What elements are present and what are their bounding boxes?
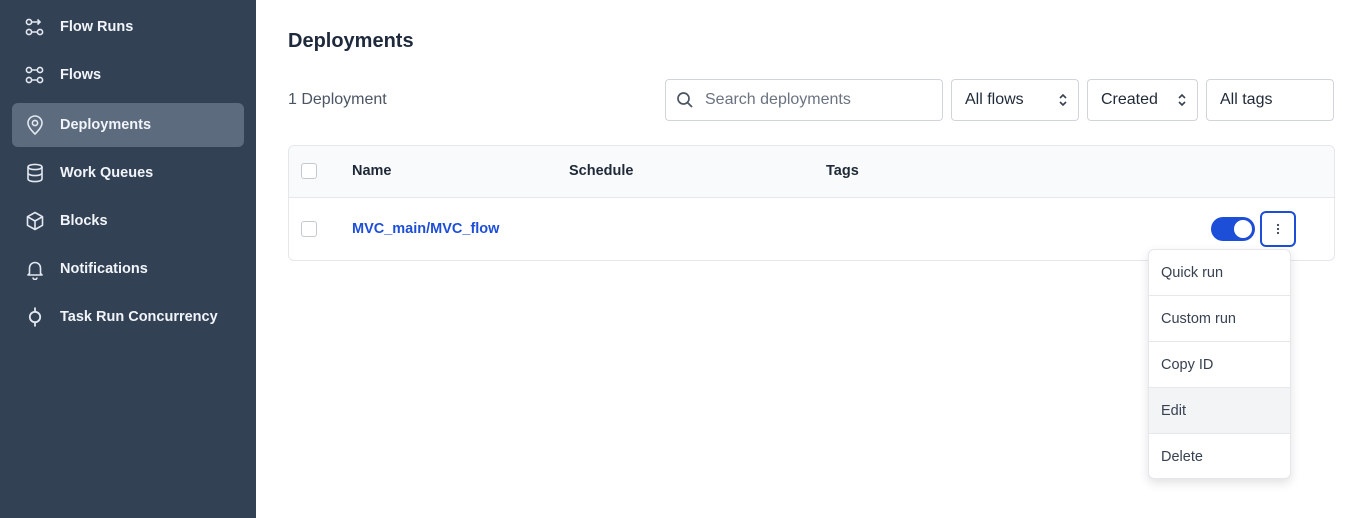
sidebar-item-label: Deployments <box>60 117 152 133</box>
sidebar-item-deployments[interactable]: Deployments <box>12 103 244 147</box>
column-header-schedule: Schedule <box>569 163 634 179</box>
sidebar-item-work-queues[interactable]: Work Queues <box>12 151 244 195</box>
tags-filter-select[interactable]: All tags <box>1206 79 1334 121</box>
row-actions-menu: Quick run Custom run Copy ID Edit Delete <box>1148 249 1291 479</box>
tags-filter-value: All tags <box>1220 91 1273 108</box>
flow-runs-icon <box>24 16 46 38</box>
more-vertical-icon <box>1276 223 1280 235</box>
sidebar: Flow Runs Flows Deployments Work Queues … <box>0 0 256 518</box>
column-header-tags: Tags <box>826 163 859 179</box>
chevron-up-down-icon <box>1059 93 1067 107</box>
map-pin-icon <box>24 114 46 136</box>
sidebar-item-label: Flow Runs <box>60 19 134 35</box>
sidebar-item-label: Work Queues <box>60 165 154 181</box>
chevron-up-down-icon <box>1178 93 1186 107</box>
sidebar-item-flow-runs[interactable]: Flow Runs <box>12 5 244 49</box>
sidebar-item-label: Blocks <box>60 213 108 229</box>
menu-item-delete[interactable]: Delete <box>1149 434 1290 478</box>
menu-item-quick-run[interactable]: Quick run <box>1149 250 1290 296</box>
toggle-knob <box>1234 220 1252 238</box>
sidebar-item-blocks[interactable]: Blocks <box>12 199 244 243</box>
deployment-active-toggle[interactable] <box>1211 217 1255 241</box>
row-checkbox[interactable] <box>301 221 317 237</box>
menu-item-edit[interactable]: Edit <box>1149 388 1290 434</box>
sidebar-item-notifications[interactable]: Notifications <box>12 247 244 291</box>
bell-icon <box>24 258 46 280</box>
database-icon <box>24 162 46 184</box>
sidebar-item-task-run-concurrency[interactable]: Task Run Concurrency <box>12 295 244 339</box>
flows-filter-select[interactable]: All flows <box>951 79 1079 121</box>
column-header-name[interactable]: Name <box>352 163 392 179</box>
table-header: Name Schedule Tags <box>289 146 1334 198</box>
select-all-checkbox[interactable] <box>301 163 317 179</box>
sort-value: Created <box>1101 91 1158 108</box>
page-title: Deployments <box>288 30 414 52</box>
search-input[interactable] <box>705 91 925 109</box>
menu-item-custom-run[interactable]: Custom run <box>1149 296 1290 342</box>
flows-icon <box>24 64 46 86</box>
sidebar-item-flows[interactable]: Flows <box>12 53 244 97</box>
search-icon <box>677 92 693 108</box>
deployment-count: 1 Deployment <box>288 91 387 108</box>
sidebar-item-label: Task Run Concurrency <box>60 309 218 325</box>
cube-icon <box>24 210 46 232</box>
concurrency-icon <box>24 306 46 328</box>
menu-item-copy-id[interactable]: Copy ID <box>1149 342 1290 388</box>
sidebar-item-label: Notifications <box>60 261 148 277</box>
sidebar-item-label: Flows <box>60 67 102 83</box>
deployments-table: Name Schedule Tags MVC_main/MVC_flow <box>288 145 1335 261</box>
flows-filter-value: All flows <box>965 91 1024 108</box>
row-actions-button[interactable] <box>1260 211 1296 247</box>
sort-select[interactable]: Created <box>1087 79 1198 121</box>
deployment-name-link[interactable]: MVC_main/MVC_flow <box>352 221 499 237</box>
search-box[interactable] <box>665 79 943 121</box>
